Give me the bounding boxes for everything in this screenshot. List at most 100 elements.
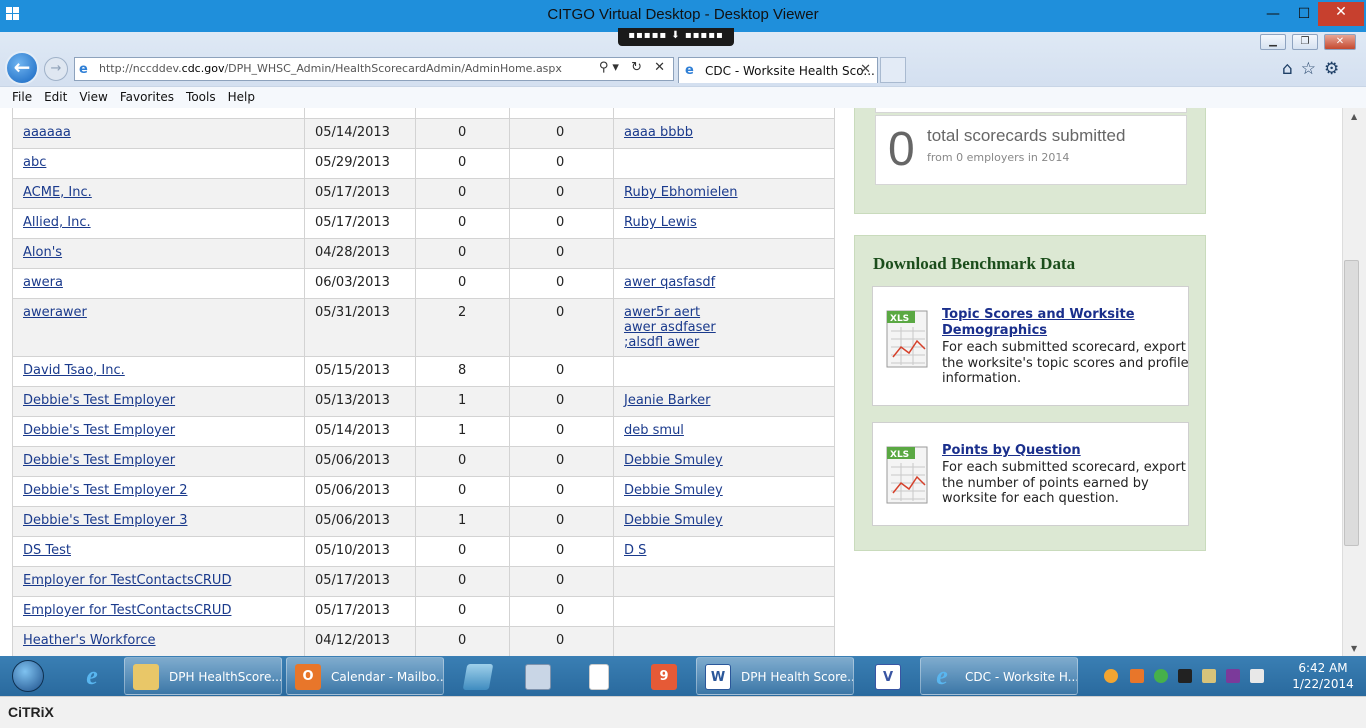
taskbar-visio[interactable]: V [862, 657, 912, 695]
scorecards-count-cell: 2 [415, 298, 510, 357]
employer-link[interactable]: awerawer [23, 305, 87, 320]
contact-link[interactable]: deb smul [624, 423, 824, 438]
stats-subtitle: from 0 employers in 2014 [927, 151, 1070, 164]
contacts-cell [613, 356, 835, 387]
taskbar-ie-window[interactable]: e CDC - Worksite H... [920, 657, 1078, 695]
table-row: Debbie's Test Employer 05/13/2013 1 0 Jeanie… [12, 386, 835, 417]
employer-link[interactable]: Debbie's Test Employer [23, 453, 175, 468]
employer-link[interactable]: Employer for TestContactsCRUD [23, 603, 231, 618]
address-bar[interactable]: e http://nccddev.cdc.gov/DPH_WHSC_Admin/… [74, 57, 674, 81]
menu-tools[interactable]: Tools [180, 87, 222, 104]
taskbar-ie-pinned[interactable]: e [64, 657, 120, 695]
employer-link[interactable]: Employer for TestContactsCRUD [23, 573, 231, 588]
xls-file-icon: XLS [886, 310, 928, 368]
menu-help[interactable]: Help [222, 87, 261, 104]
taskbar-explorer-window[interactable]: DPH HealthScore... [124, 657, 282, 695]
scrollbar-thumb[interactable] [1344, 260, 1359, 546]
clock-date: 1/22/2014 [1292, 677, 1354, 691]
start-button[interactable] [2, 656, 54, 696]
date-cell: 05/17/2013 [304, 596, 416, 627]
tray-outlook-icon[interactable] [1130, 669, 1144, 683]
tab-cdc-worksite-health[interactable]: e CDC - Worksite Health Sco... ✕ [678, 57, 878, 83]
vertical-scrollbar[interactable]: ▲ ▼ [1342, 108, 1366, 656]
stats-title: total scorecards submitted [927, 126, 1126, 145]
taskbar-label: DPH HealthScore... [169, 670, 282, 684]
table-row: Debbie's Test Employer 05/14/2013 1 0 deb sm… [12, 416, 835, 447]
citrix-toolbar-handle[interactable]: ▪▪▪▪▪ ⬇ ▪▪▪▪▪ [618, 28, 734, 46]
folder-icon [133, 664, 159, 690]
contact-link[interactable]: Debbie Smuley [624, 453, 824, 468]
menu-edit[interactable]: Edit [38, 87, 73, 104]
employer-link[interactable]: Alon's [23, 245, 62, 260]
table-row: Alon's 04/28/2013 0 0 [12, 238, 835, 269]
new-tab-button[interactable] [880, 57, 906, 83]
employer-link[interactable]: David Tsao, Inc. [23, 363, 125, 378]
taskbar: e DPH HealthScore... O Calendar - Mailbo… [0, 656, 1366, 696]
home-favorites-tools-icon[interactable]: ⌂☆⚙ [1282, 59, 1347, 79]
tray-volume-icon[interactable] [1250, 669, 1264, 683]
employer-link[interactable]: awera [23, 275, 63, 290]
scorecards-count-cell: 1 [415, 386, 510, 417]
menu-view[interactable]: View [73, 87, 113, 104]
forward-button[interactable]: → [44, 57, 68, 81]
tray-update-icon[interactable] [1104, 669, 1118, 683]
taskbar-outlook-window[interactable]: O Calendar - Mailbo... [286, 657, 444, 695]
scroll-up-icon[interactable]: ▲ [1351, 112, 1357, 121]
employer-link[interactable]: Debbie's Test Employer 2 [23, 483, 187, 498]
contact-link[interactable]: Jeanie Barker [624, 393, 824, 408]
tray-network-icon[interactable] [1202, 669, 1216, 683]
contacts-cell: deb smul [613, 416, 835, 447]
taskbar-label: Calendar - Mailbo... [331, 670, 444, 684]
contact-link[interactable]: ;alsdfl awer [624, 335, 824, 350]
points-by-question-link[interactable]: Points by Question [942, 443, 1182, 459]
employer-link[interactable]: Debbie's Test Employer [23, 423, 175, 438]
tray-sync-icon[interactable] [1154, 669, 1168, 683]
contact-link[interactable]: Debbie Smuley [624, 483, 824, 498]
contact-link[interactable]: D S [624, 543, 824, 558]
menu-favorites[interactable]: Favorites [114, 87, 180, 104]
topic-scores-link[interactable]: Topic Scores and Worksite Demographics [942, 307, 1182, 339]
employer-link[interactable]: DS Test [23, 543, 71, 558]
tray-app-icon[interactable] [1178, 669, 1192, 683]
xls-file-icon: XLS [886, 446, 928, 504]
contact-link[interactable]: aaaa bbbb [624, 125, 824, 140]
contact-link[interactable]: awer asdfaser [624, 320, 824, 335]
tab-close-icon[interactable]: ✕ [860, 62, 871, 77]
back-button[interactable]: ← [5, 51, 39, 85]
scroll-down-icon[interactable]: ▼ [1351, 644, 1357, 653]
submitted-count-cell: 0 [509, 178, 614, 209]
date-cell: 05/15/2013 [304, 356, 416, 387]
contact-link[interactable]: Ruby Lewis [624, 215, 824, 230]
menu-file[interactable]: File [0, 87, 38, 104]
contact-link[interactable]: awer qasfasdf [624, 275, 824, 290]
taskbar-snipping-tool[interactable] [452, 657, 502, 695]
employer-link[interactable]: Debbie's Test Employer [23, 393, 175, 408]
browser-restore-button[interactable]: ❐ [1292, 34, 1318, 50]
employer-link[interactable]: abc [23, 155, 46, 170]
download-card-topic-scores: XLS Topic Scores and Worksite Demographi… [872, 286, 1189, 406]
clock[interactable]: 6:42 AM 1/22/2014 [1280, 660, 1366, 692]
table-row: Debbie's Test Employer 3 05/06/2013 1 0 Debb… [12, 506, 835, 537]
contact-link[interactable]: awer5r aert [624, 305, 824, 320]
employer-link[interactable]: ACME, Inc. [23, 185, 92, 200]
employer-link[interactable]: aaaaaa [23, 125, 71, 140]
tray-onenote-icon[interactable] [1226, 669, 1240, 683]
minimize-button[interactable]: — [1262, 4, 1284, 26]
citrix-bottom-bar: CiTRiX [0, 696, 1366, 728]
browser-close-button[interactable]: ✕ [1324, 34, 1356, 50]
close-button[interactable]: ✕ [1318, 2, 1364, 26]
taskbar-task-app[interactable]: 9 [636, 657, 690, 695]
employer-link[interactable]: Allied, Inc. [23, 215, 91, 230]
contact-link[interactable]: Debbie Smuley [624, 513, 824, 528]
address-actions-icon[interactable]: ⚲▾ ↻ ✕ [599, 60, 669, 75]
download-card-points-by-question: XLS Points by Question For each submitte… [872, 422, 1189, 526]
taskbar-calculator[interactable] [512, 657, 562, 695]
maximize-button[interactable]: ☐ [1293, 4, 1315, 26]
contact-link[interactable]: Ruby Ebhomielen [624, 185, 824, 200]
browser-minimize-button[interactable]: ▁ [1260, 34, 1286, 50]
taskbar-notepad[interactable] [574, 657, 624, 695]
calculator-icon [525, 664, 551, 690]
employer-link[interactable]: Heather's Workforce [23, 633, 156, 648]
taskbar-word-window[interactable]: W DPH Health Score... [696, 657, 854, 695]
employer-link[interactable]: Debbie's Test Employer 3 [23, 513, 187, 528]
